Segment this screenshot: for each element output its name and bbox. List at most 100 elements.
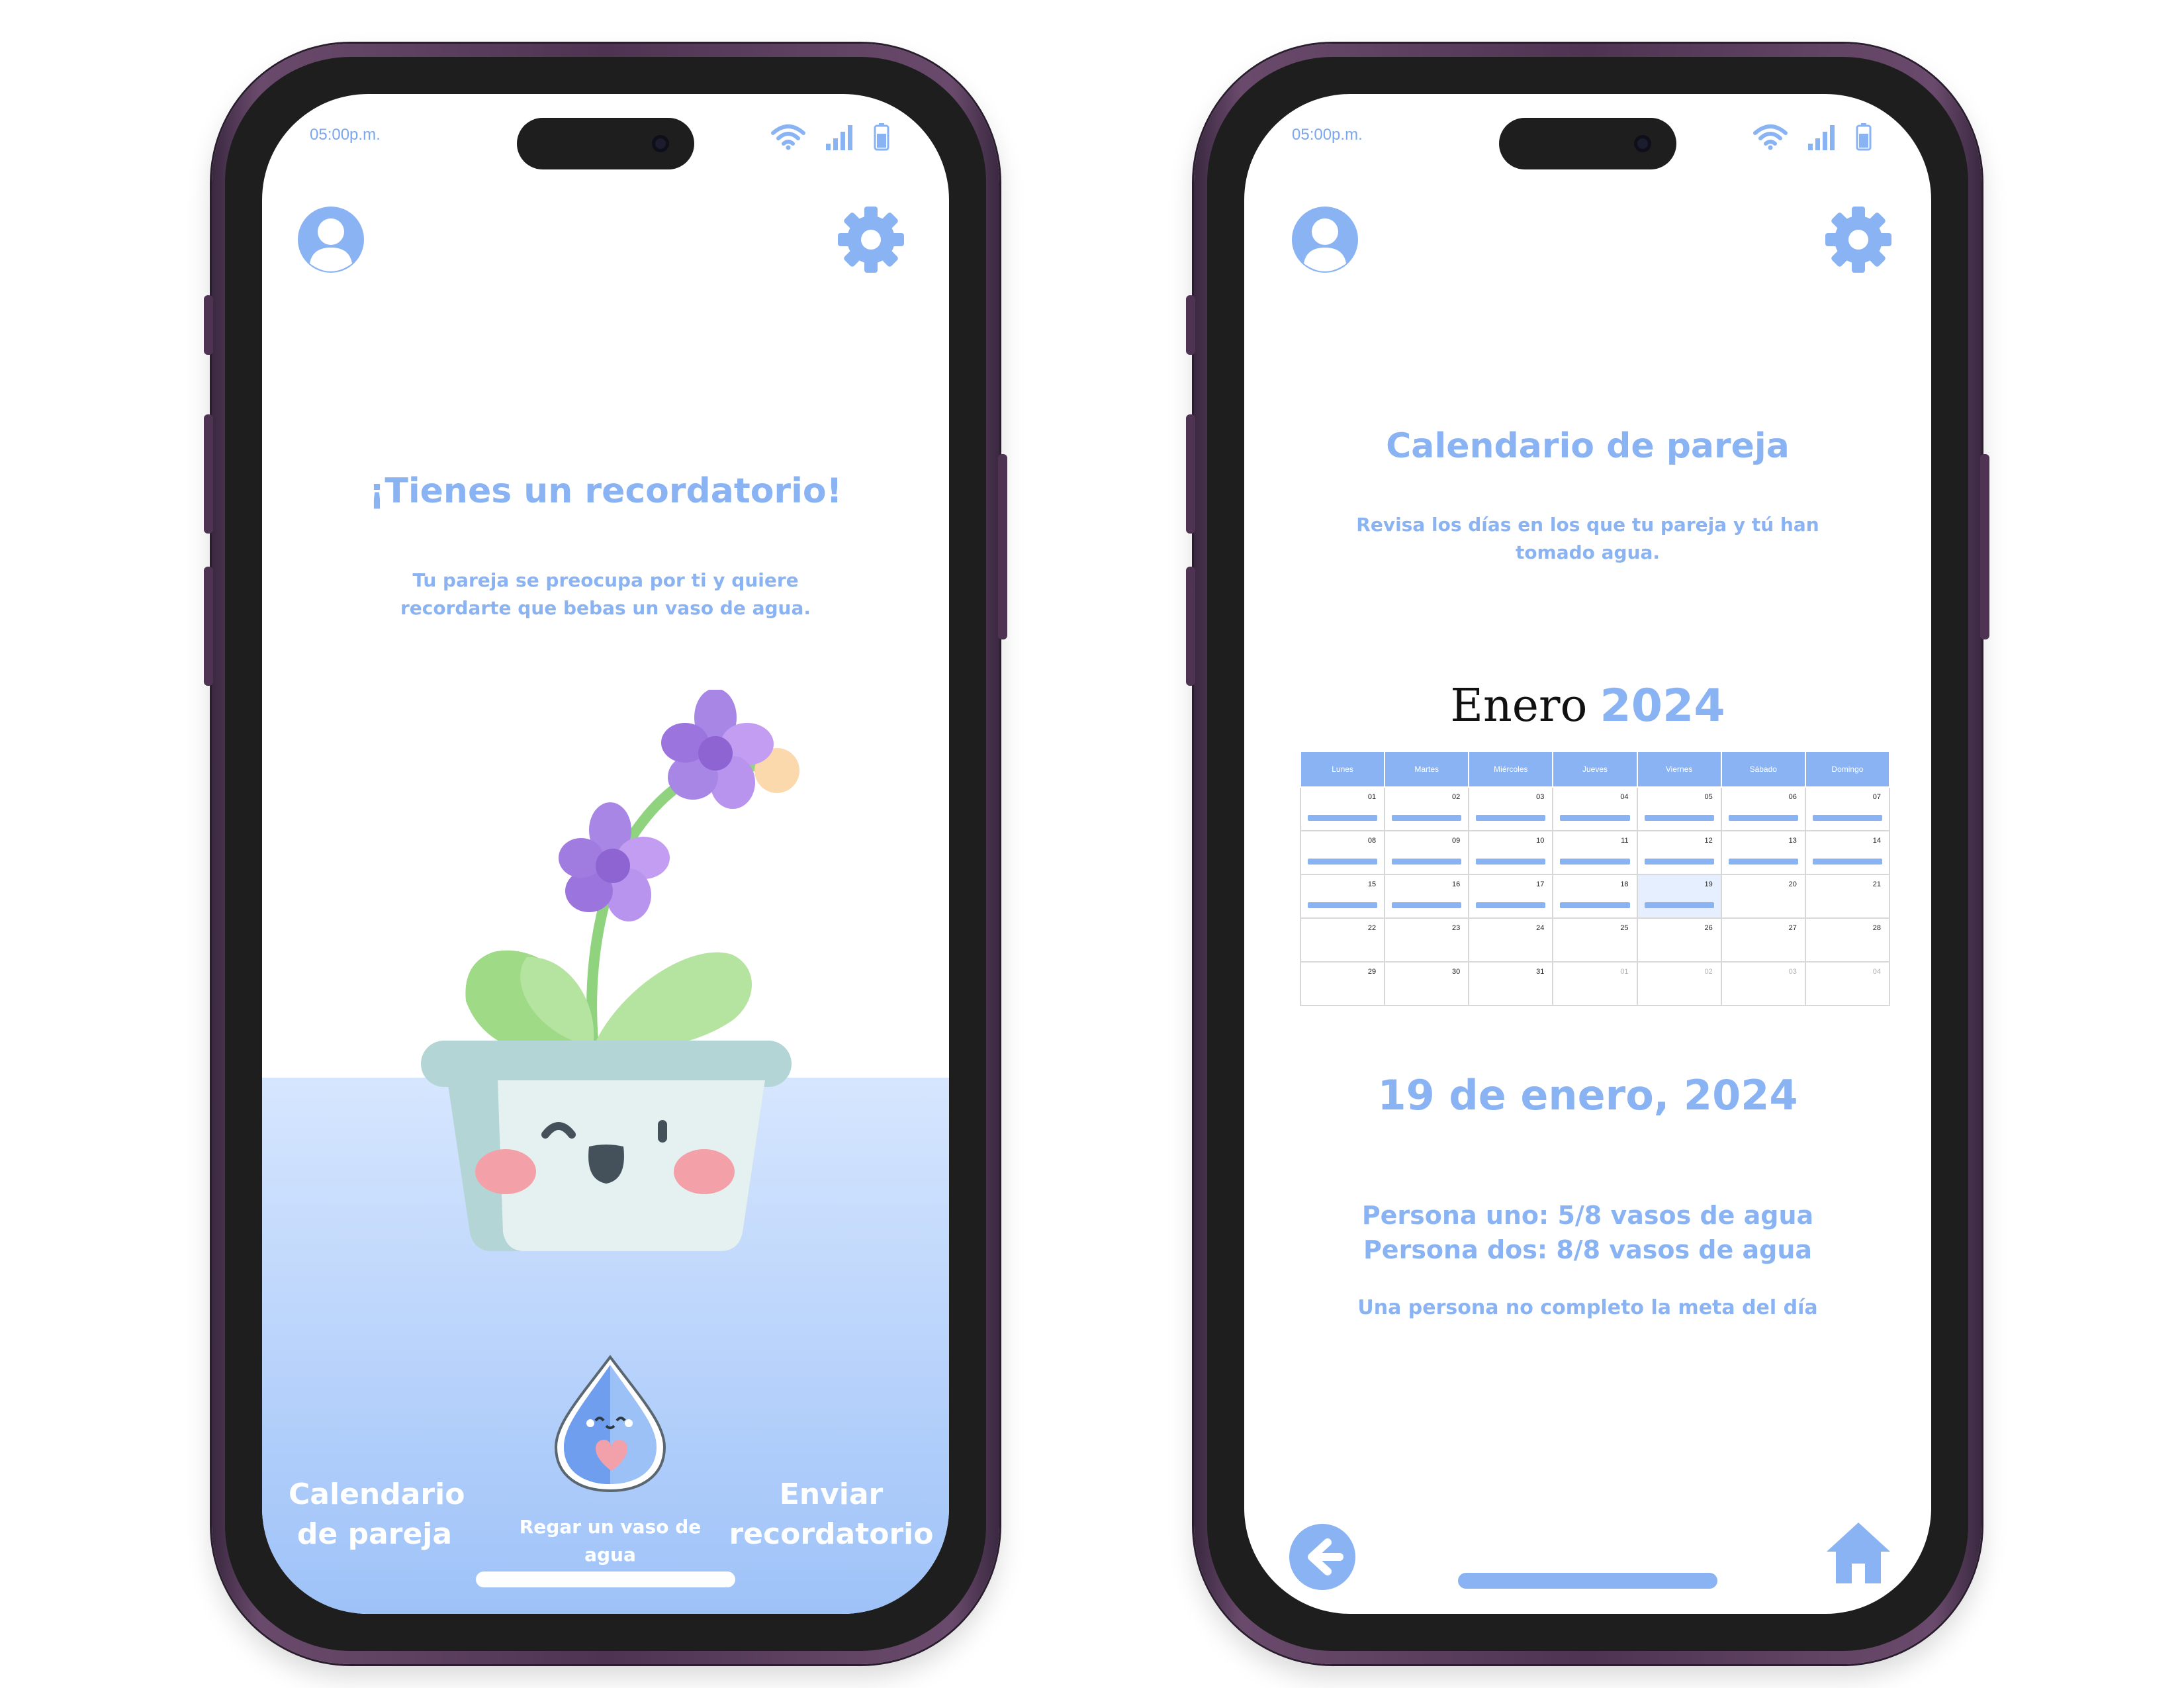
calendar-day-cell[interactable]: 21 xyxy=(1804,874,1891,919)
calendar-day-number: 26 xyxy=(1704,924,1713,932)
calendar-day-cell[interactable]: 03 xyxy=(1720,961,1806,1006)
person-one-stat: Persona uno: 5/8 vasos de agua xyxy=(1361,1201,1814,1230)
calendar-week-row: 22 23 24 25 26 27 28 xyxy=(1299,917,1891,962)
reminder-screen: 05:00p.m. ¡Tienes un recordatorio! Tu pa… xyxy=(262,94,949,1614)
water-complete-bar xyxy=(1560,815,1630,821)
calendar-day-number: 05 xyxy=(1704,793,1713,801)
phone-calendar: 05:00p.m. Calendario de pareja Revisa lo… xyxy=(1186,44,1989,1664)
calendar-month: Enero xyxy=(1450,680,1588,732)
gear-icon[interactable] xyxy=(837,205,905,274)
calendar-day-cell[interactable]: 09 xyxy=(1384,830,1470,875)
weekday-header: Martes xyxy=(1384,751,1470,788)
weekday-header: Viernes xyxy=(1636,751,1722,788)
calendar-day-number: 14 xyxy=(1872,837,1881,845)
user-circle-icon[interactable] xyxy=(1291,205,1359,274)
water-complete-bar xyxy=(1644,902,1714,908)
calendar-week-row: 08 09 10 11 12 13 14 xyxy=(1299,830,1891,875)
calendar-day-cell[interactable]: 05 xyxy=(1636,786,1722,831)
water-drop-button[interactable] xyxy=(551,1354,670,1493)
home-indicator[interactable] xyxy=(1458,1573,1717,1589)
power-button xyxy=(1980,454,1989,639)
status-time: 05:00p.m. xyxy=(310,126,381,144)
calendar-day-cell[interactable]: 28 xyxy=(1804,917,1891,962)
calendar-day-cell[interactable]: 29 xyxy=(1299,961,1386,1006)
status-icons xyxy=(1752,120,1872,154)
calendar-day-cell[interactable]: 13 xyxy=(1720,830,1806,875)
calendar-month-header: Enero 2024 xyxy=(1244,679,1931,733)
nav-label-line: de pareja xyxy=(296,1517,453,1551)
calendar-day-number: 15 xyxy=(1367,880,1377,888)
calendar-day-number: 28 xyxy=(1872,924,1881,932)
water-complete-bar xyxy=(1728,815,1798,821)
weekday-header: Sábado xyxy=(1720,751,1806,788)
calendar-day-number: 30 xyxy=(1452,968,1461,976)
weekday-header: Lunes xyxy=(1299,751,1386,788)
volume-down-button xyxy=(204,567,213,686)
calendar-day-cell[interactable]: 20 xyxy=(1720,874,1806,919)
cellular-signal-icon xyxy=(826,125,852,150)
calendar-day-number: 21 xyxy=(1872,880,1881,888)
calendar-day-cell[interactable]: 25 xyxy=(1552,917,1638,962)
calendar-day-cell[interactable]: 19 xyxy=(1636,874,1722,919)
calendar-nav-button[interactable]: Calendario de pareja xyxy=(289,1475,465,1554)
calendar-day-number: 08 xyxy=(1367,837,1377,845)
calendar-day-cell[interactable]: 18 xyxy=(1552,874,1638,919)
calendar-day-cell[interactable]: 02 xyxy=(1636,961,1722,1006)
water-complete-bar xyxy=(1476,859,1546,865)
calendar-week-row: 15 16 17 18 19 20 21 xyxy=(1299,874,1891,919)
power-button xyxy=(998,454,1007,639)
water-complete-bar xyxy=(1812,859,1882,865)
reminder-message: Tu pareja se preocupa por ti y quiere re… xyxy=(328,567,883,622)
arrow-left-circle-icon[interactable] xyxy=(1288,1523,1357,1591)
calendar-day-cell[interactable]: 14 xyxy=(1804,830,1891,875)
calendar-day-cell[interactable]: 04 xyxy=(1552,786,1638,831)
calendar-day-cell[interactable]: 03 xyxy=(1468,786,1554,831)
calendar-day-cell[interactable]: 22 xyxy=(1299,917,1386,962)
bezel: 05:00p.m. xyxy=(225,57,986,1651)
calendar-day-cell[interactable]: 31 xyxy=(1468,961,1554,1006)
calendar-day-cell[interactable]: 08 xyxy=(1299,830,1386,875)
calendar-day-cell[interactable]: 02 xyxy=(1384,786,1470,831)
battery-icon xyxy=(874,123,889,151)
goal-status: Una persona no completo la meta del día xyxy=(1357,1296,1818,1319)
calendar-day-number: 22 xyxy=(1367,924,1377,932)
water-complete-bar xyxy=(1560,859,1630,865)
calendar-day-cell[interactable]: 17 xyxy=(1468,874,1554,919)
home-icon[interactable] xyxy=(1824,1519,1893,1587)
action-button xyxy=(204,295,213,355)
calendar-day-cell[interactable]: 10 xyxy=(1468,830,1554,875)
volume-up-button xyxy=(1186,414,1195,534)
calendar-day-cell[interactable]: 06 xyxy=(1720,786,1806,831)
water-complete-bar xyxy=(1644,859,1714,865)
calendar-day-cell[interactable]: 30 xyxy=(1384,961,1470,1006)
calendar-day-number: 06 xyxy=(1788,793,1797,801)
calendar-day-cell[interactable]: 15 xyxy=(1299,874,1386,919)
calendar-day-cell[interactable]: 04 xyxy=(1804,961,1891,1006)
calendar-screen: 05:00p.m. Calendario de pareja Revisa lo… xyxy=(1244,94,1931,1614)
home-indicator[interactable] xyxy=(476,1571,735,1587)
calendar-day-cell[interactable]: 01 xyxy=(1552,961,1638,1006)
camera-icon xyxy=(1634,135,1651,152)
selected-date: 19 de enero, 2024 xyxy=(1377,1071,1798,1119)
weekday-header: Jueves xyxy=(1552,751,1638,788)
send-reminder-nav-button[interactable]: Enviar recordatorio xyxy=(719,1475,944,1554)
calendar-day-cell[interactable]: 24 xyxy=(1468,917,1554,962)
calendar-day-cell[interactable]: 07 xyxy=(1804,786,1891,831)
calendar-day-cell[interactable]: 12 xyxy=(1636,830,1722,875)
calendar-day-cell[interactable]: 01 xyxy=(1299,786,1386,831)
calendar-day-number: 09 xyxy=(1452,837,1461,845)
user-circle-icon[interactable] xyxy=(296,205,365,274)
calendar-day-number: 01 xyxy=(1367,793,1377,801)
calendar-day-cell[interactable]: 26 xyxy=(1636,917,1722,962)
calendar-day-cell[interactable]: 16 xyxy=(1384,874,1470,919)
water-stats: Persona uno: 5/8 vasos de agua Persona d… xyxy=(1244,1198,1931,1267)
calendar-day-cell[interactable]: 27 xyxy=(1720,917,1806,962)
calendar-day-cell[interactable]: 11 xyxy=(1552,830,1638,875)
calendar-day-number: 27 xyxy=(1788,924,1797,932)
water-nav-label[interactable]: Regar un vaso de agua xyxy=(518,1513,703,1569)
calendar-day-cell[interactable]: 23 xyxy=(1384,917,1470,962)
nav-label-line: Regar un vaso de xyxy=(519,1516,702,1538)
weekday-header: Domingo xyxy=(1804,751,1891,788)
calendar-day-number: 19 xyxy=(1704,880,1713,888)
gear-icon[interactable] xyxy=(1824,205,1893,274)
